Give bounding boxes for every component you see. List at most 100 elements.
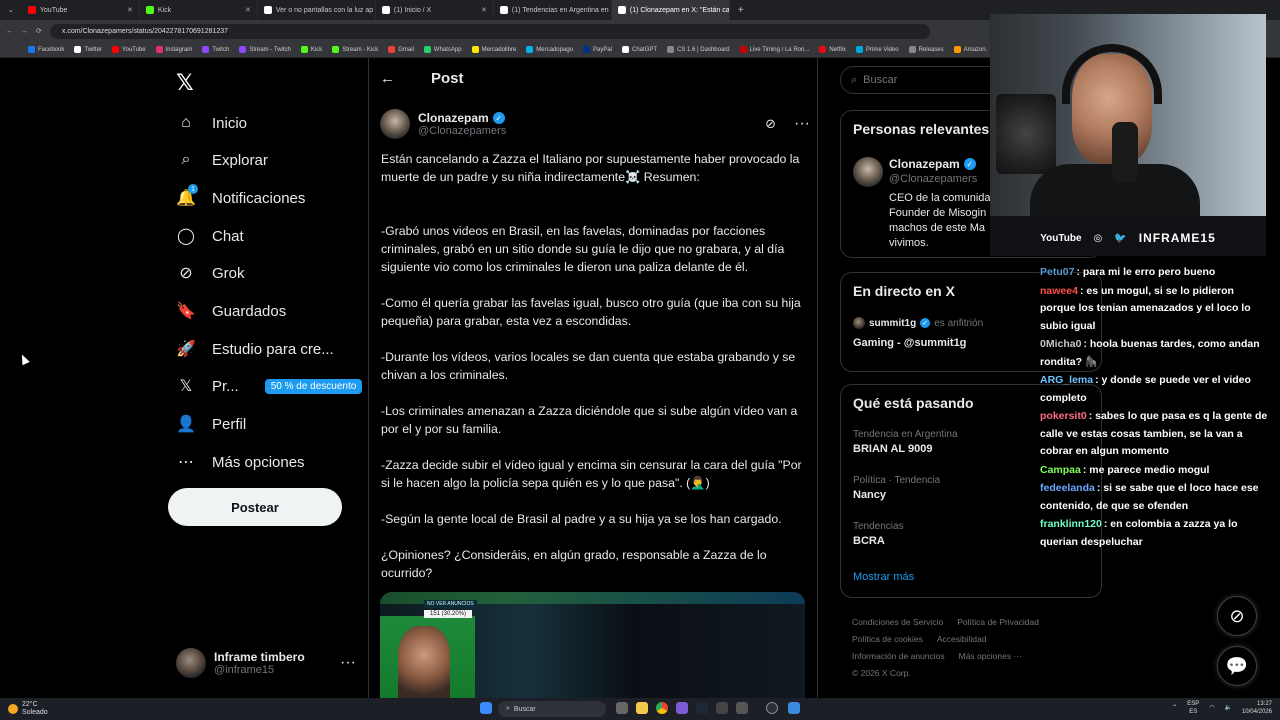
browser-tab[interactable]: (1) Clonazepam en X: "Están ca✕ bbox=[611, 0, 730, 20]
app-icon[interactable] bbox=[716, 702, 728, 714]
chat-username[interactable]: franklinn120 bbox=[1040, 518, 1102, 530]
weather-widget[interactable]: 22°C Soleado bbox=[0, 701, 80, 717]
trend-item[interactable]: Tendencia en Argentina BRIAN AL 9009 bbox=[853, 429, 958, 455]
author-name-row[interactable]: Clonazepam ✓ bbox=[418, 111, 506, 125]
bookmark-item[interactable]: Amazon. bbox=[953, 46, 987, 53]
bookmark-item[interactable]: Facebook bbox=[28, 46, 64, 53]
app-icon[interactable] bbox=[676, 702, 688, 714]
sidebar-item-m-s-opciones[interactable]: ⋯ Más opciones bbox=[176, 450, 305, 474]
tab-menu-icon[interactable]: ⌄ bbox=[0, 6, 22, 14]
bookmark-item[interactable]: Kick bbox=[300, 46, 322, 53]
wifi-icon[interactable]: ◠ bbox=[1209, 704, 1214, 712]
footer-link[interactable]: Política de Privacidad bbox=[957, 617, 1039, 627]
browser-tab[interactable]: (1) Tendencias en Argentina en✕ bbox=[494, 0, 612, 20]
browser-tab[interactable]: Kick ✕ bbox=[140, 0, 258, 20]
sidebar-item-pr[interactable]: 𝕏 Pr... 50 % de descuento bbox=[176, 374, 363, 398]
volume-icon[interactable]: 🔈 bbox=[1224, 704, 1231, 712]
chat-username[interactable]: ARG_lema bbox=[1040, 374, 1093, 386]
url-field[interactable]: x.com/Clonazepamers/status/2042278170691… bbox=[49, 23, 930, 39]
bookmark-item[interactable]: Releases bbox=[908, 46, 944, 53]
trend-item[interactable]: Política · Tendencia Nancy bbox=[853, 475, 940, 501]
file-explorer-icon[interactable] bbox=[636, 702, 648, 714]
footer-link[interactable]: © 2026 X Corp. bbox=[852, 668, 911, 678]
app-icon[interactable] bbox=[788, 702, 800, 714]
bookmark-item[interactable]: Twitch bbox=[202, 46, 229, 53]
browser-tab[interactable]: Ver o no pantallas con la luz ap✕ bbox=[258, 0, 376, 20]
bookmark-item[interactable]: PayPal bbox=[583, 46, 612, 53]
footer-link[interactable]: Política de cookies bbox=[852, 634, 923, 644]
footer-link[interactable]: Condiciones de Servicio bbox=[852, 617, 943, 627]
more-icon[interactable]: ··· bbox=[340, 654, 356, 672]
bookmark-item[interactable]: ChatGPT bbox=[622, 46, 657, 53]
taskbar-search[interactable]: ⌕ Buscar bbox=[498, 701, 606, 717]
author-avatar[interactable] bbox=[380, 109, 410, 139]
bookmark-favicon-icon bbox=[471, 46, 479, 53]
browser-tab[interactable]: YouTube ✕ bbox=[22, 0, 140, 20]
close-tab-icon[interactable]: ✕ bbox=[481, 6, 487, 14]
obs-icon[interactable] bbox=[766, 702, 778, 714]
bookmark-item[interactable]: Stream - Twitch bbox=[239, 46, 291, 53]
grok-fab-icon[interactable]: ⊘ bbox=[1217, 596, 1257, 636]
footer-link[interactable]: Accesibilidad bbox=[937, 634, 987, 644]
chat-username[interactable]: pokersit0 bbox=[1040, 410, 1087, 422]
steam-icon[interactable] bbox=[696, 702, 708, 714]
post-video[interactable]: NO VER ANUNCIOS 151 (30.20%) bbox=[380, 592, 805, 698]
more-icon[interactable]: ··· bbox=[794, 115, 810, 133]
back-icon[interactable]: ← bbox=[6, 28, 13, 35]
bookmark-item[interactable]: Mercadolibre bbox=[471, 46, 516, 53]
task-view-icon[interactable] bbox=[616, 702, 628, 714]
chat-username[interactable]: fedeelanda bbox=[1040, 482, 1095, 494]
bookmark-item[interactable]: CS 1.6 | Dashboard bbox=[667, 46, 730, 53]
messages-fab-icon[interactable]: 💬 bbox=[1217, 646, 1257, 686]
trend-item[interactable]: Tendencias BCRA bbox=[853, 521, 904, 547]
relevant-avatar[interactable] bbox=[853, 157, 883, 187]
reload-icon[interactable]: ⟳ bbox=[36, 27, 42, 35]
chrome-icon[interactable] bbox=[656, 702, 668, 714]
app-icon[interactable] bbox=[736, 702, 748, 714]
start-icon[interactable] bbox=[480, 702, 492, 714]
sidebar-item-estudio-para-cre[interactable]: 🚀 Estudio para cre... bbox=[176, 337, 334, 361]
close-tab-icon[interactable]: ✕ bbox=[245, 6, 251, 14]
footer-link[interactable]: Más opciones ··· bbox=[959, 651, 1022, 661]
language-indicator[interactable]: ESP ES bbox=[1187, 700, 1199, 716]
browser-tab[interactable]: (1) Inicio / X ✕ bbox=[376, 0, 494, 20]
sidebar-item-explorar[interactable]: ⌕ Explorar bbox=[176, 148, 268, 172]
bookmark-item[interactable]: YouTube bbox=[112, 46, 146, 53]
chat-username[interactable]: 0Micha0 bbox=[1040, 338, 1081, 350]
account-switcher[interactable]: Inframe timbero @inframe15 ··· bbox=[176, 646, 356, 680]
sidebar-item-guardados[interactable]: 🔖 Guardados bbox=[176, 299, 286, 323]
live-stream-title[interactable]: Gaming - @summit1g bbox=[853, 337, 966, 349]
relevant-name-row[interactable]: Clonazepam ✓ bbox=[889, 157, 976, 171]
forward-icon[interactable]: → bbox=[21, 28, 28, 35]
close-tab-icon[interactable]: ✕ bbox=[127, 6, 133, 14]
bookmark-item[interactable]: Netflix bbox=[819, 46, 846, 53]
sidebar-item-chat[interactable]: ◯ Chat bbox=[176, 224, 244, 248]
bookmark-item[interactable]: Instagram bbox=[155, 46, 192, 53]
show-more-link[interactable]: Mostrar más bbox=[853, 571, 914, 583]
live-host[interactable]: summit1g ✓ es anfitrión bbox=[853, 317, 983, 329]
new-tab-button[interactable]: + bbox=[730, 5, 752, 16]
post-button[interactable]: Postear bbox=[168, 488, 342, 526]
bookmark-item[interactable]: Mercadopago bbox=[526, 46, 573, 53]
bookmark-item[interactable]: Stream - Kick bbox=[332, 46, 378, 53]
url-text: x.com/Clonazepamers/status/2042278170691… bbox=[61, 27, 229, 35]
bookmark-item[interactable]: Prime Video bbox=[856, 46, 899, 53]
bookmark-item[interactable]: WhatsApp bbox=[423, 46, 462, 53]
sidebar-item-perfil[interactable]: 👤 Perfil bbox=[176, 412, 246, 436]
chat-username[interactable]: Petu07 bbox=[1040, 266, 1074, 278]
bookmark-item[interactable]: Gmail bbox=[388, 46, 414, 53]
x-logo-icon[interactable]: 𝕏 bbox=[176, 70, 194, 96]
sidebar-item-grok[interactable]: ⊘ Grok bbox=[176, 261, 244, 285]
chevron-up-icon[interactable]: ⌃ bbox=[1172, 704, 1177, 712]
sidebar-item-inicio[interactable]: ⌂ Inicio bbox=[176, 111, 247, 135]
promo-badge[interactable]: 50 % de descuento bbox=[264, 378, 363, 394]
bookmark-item[interactable]: Live Timing / La Ron... bbox=[739, 46, 809, 53]
grok-icon[interactable]: ⊘ bbox=[765, 116, 776, 132]
sidebar-item-notificaciones[interactable]: 🔔 1 Notificaciones bbox=[176, 184, 305, 210]
back-arrow-icon[interactable]: ← bbox=[380, 70, 395, 87]
footer-link[interactable]: Información de anuncios bbox=[852, 651, 945, 661]
clock[interactable]: 13:27 10/04/2026 bbox=[1242, 700, 1272, 716]
chat-username[interactable]: Campaa bbox=[1040, 464, 1081, 476]
bookmark-item[interactable]: Twitter bbox=[74, 46, 102, 53]
chat-username[interactable]: nawee4 bbox=[1040, 285, 1078, 297]
